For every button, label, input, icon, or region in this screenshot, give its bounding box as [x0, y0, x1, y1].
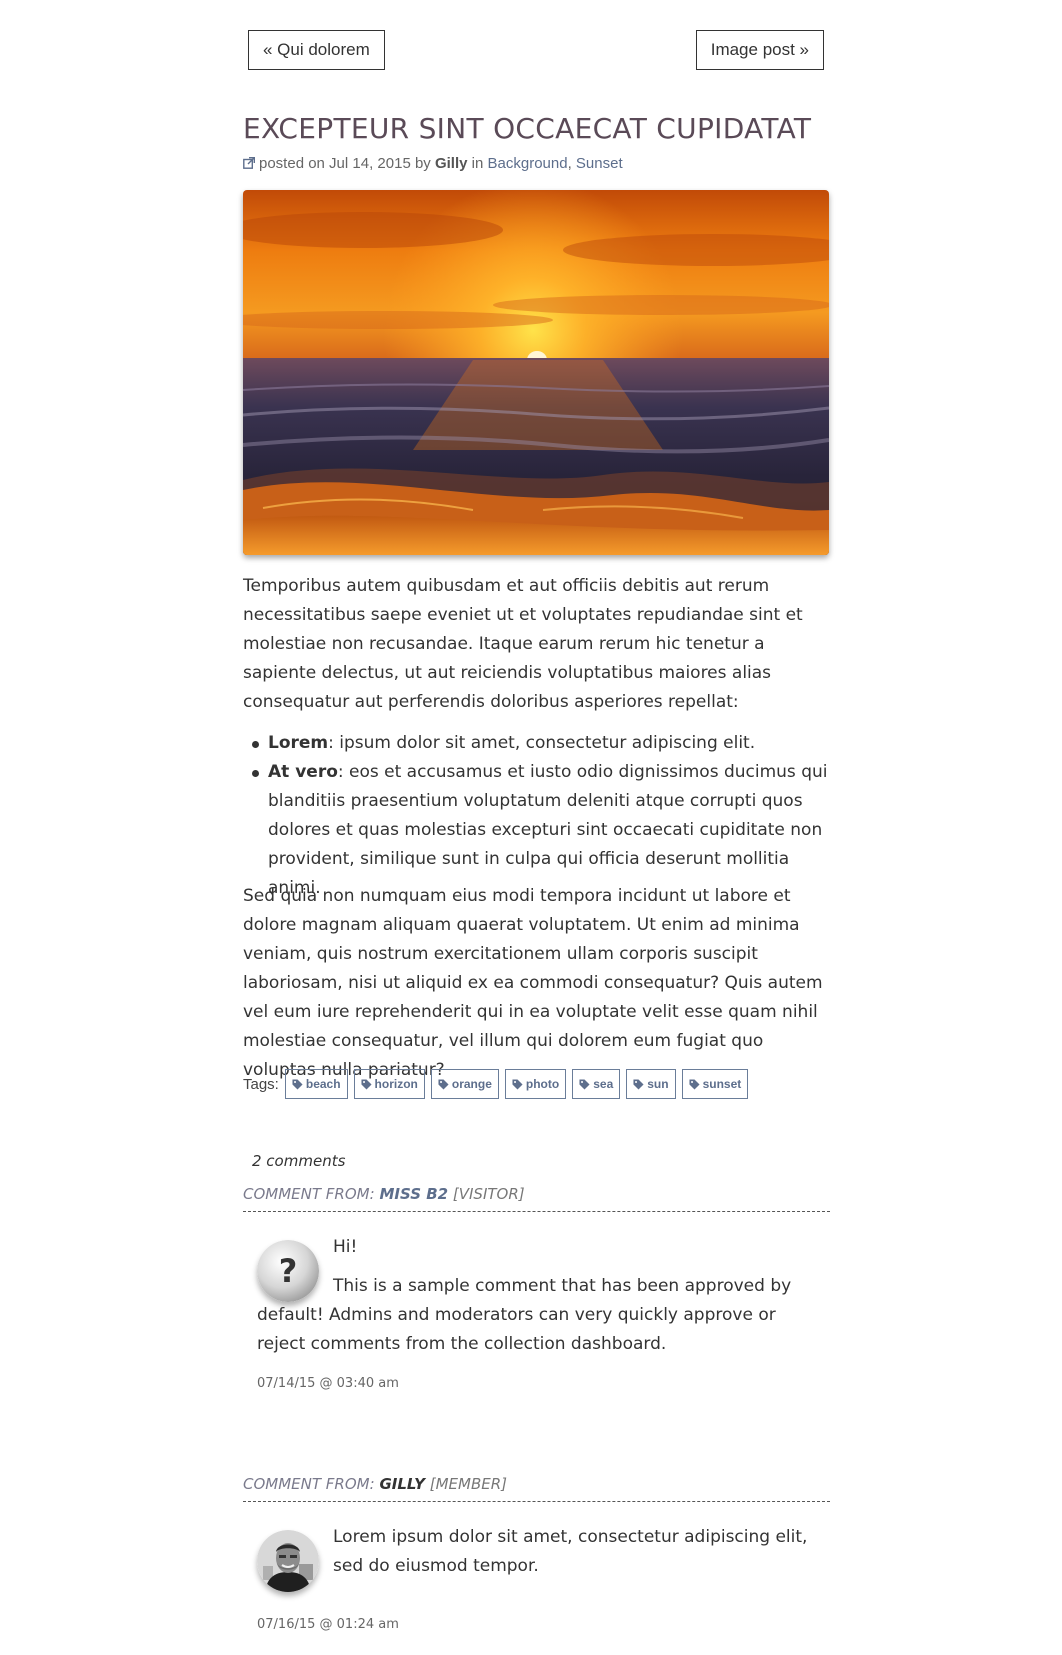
tag-icon	[512, 1078, 523, 1090]
tag-icon	[689, 1078, 700, 1090]
tag-orange[interactable]: orange	[430, 1069, 499, 1099]
post-list: Lorem: ipsum dolor sit amet, consectetur…	[243, 729, 833, 903]
category-separator: ,	[567, 155, 572, 172]
tag-horizon[interactable]: horizon	[353, 1069, 425, 1099]
comment-body: Lorem ipsum dolor sit amet, consectetur …	[333, 1527, 808, 1576]
tag-label: sea	[593, 1077, 614, 1091]
in-label: in	[471, 155, 484, 172]
tag-sunset[interactable]: sunset	[681, 1069, 749, 1099]
tag-label: orange	[451, 1077, 492, 1091]
post-image-sunset	[243, 190, 829, 555]
tag-sun[interactable]: sun	[626, 1069, 676, 1099]
comment-prefix: COMMENT FROM:	[243, 1185, 375, 1203]
comment-body: This is a sample comment that has been a…	[257, 1276, 792, 1354]
previous-post-button[interactable]: « Qui dolorem	[248, 30, 385, 70]
list-item-text: : eos et accusamus et iusto odio digniss…	[268, 762, 828, 898]
list-item-term: Lorem	[268, 733, 329, 753]
tag-beach[interactable]: beach	[284, 1069, 348, 1099]
tags-row: Tags: beach horizon orange photo sea sun…	[243, 1068, 754, 1100]
tag-label: sunset	[702, 1077, 742, 1091]
comment-author[interactable]: MISS B2	[379, 1185, 448, 1203]
next-post-button[interactable]: Image post »	[695, 30, 824, 70]
comment-role: [VISITOR]	[452, 1185, 525, 1203]
comments-count: 2 comments	[252, 1152, 346, 1170]
comment-date: 07/16/15 @ 01:24 am	[257, 1617, 399, 1632]
list-item-term: At vero	[268, 762, 338, 782]
comment-date: 07/14/15 @ 03:40 am	[257, 1376, 399, 1391]
external-link-icon[interactable]	[243, 157, 255, 169]
posted-on-text: posted on Jul 14, 2015 by	[259, 155, 431, 172]
comment-prefix: COMMENT FROM:	[243, 1475, 375, 1493]
post-author: Gilly	[434, 155, 468, 172]
category-link-background[interactable]: Background	[488, 155, 568, 172]
tags-label: Tags:	[243, 1075, 279, 1093]
post-paragraph-2: Sed quia non numquam eius modi tempora i…	[243, 886, 823, 1080]
post-paragraph-1: Temporibus autem quibusdam et aut offici…	[243, 576, 803, 712]
comment-author[interactable]: GILLY	[379, 1475, 425, 1493]
list-item: Lorem: ipsum dolor sit amet, consectetur…	[243, 729, 833, 758]
category-link-sunset[interactable]: Sunset	[576, 155, 623, 172]
tag-sea[interactable]: sea	[572, 1069, 621, 1099]
tag-label: photo	[525, 1077, 560, 1091]
tag-icon	[292, 1078, 303, 1090]
tag-icon	[633, 1078, 644, 1090]
tag-icon	[438, 1078, 449, 1090]
tag-label: horizon	[374, 1077, 418, 1091]
comment-header: COMMENT FROM: MISS B2 [VISITOR]	[243, 1185, 830, 1212]
post-meta: posted on Jul 14, 2015 by Gilly in Backg…	[243, 155, 623, 172]
comment-greeting: Hi!	[333, 1237, 358, 1257]
post-title: EXCEPTEUR SINT OCCAECAT CUPIDATAT	[243, 112, 812, 145]
comment-header: COMMENT FROM: GILLY [MEMBER]	[243, 1475, 830, 1502]
tag-label: sun	[647, 1077, 669, 1091]
list-item-text: : ipsum dolor sit amet, consectetur adip…	[328, 733, 756, 753]
tag-photo[interactable]: photo	[504, 1069, 567, 1099]
tag-label: beach	[305, 1077, 341, 1091]
user-avatar-photo	[257, 1530, 319, 1592]
tag-icon	[579, 1078, 590, 1090]
tag-icon	[361, 1078, 372, 1090]
comment-role: [MEMBER]	[429, 1475, 508, 1493]
